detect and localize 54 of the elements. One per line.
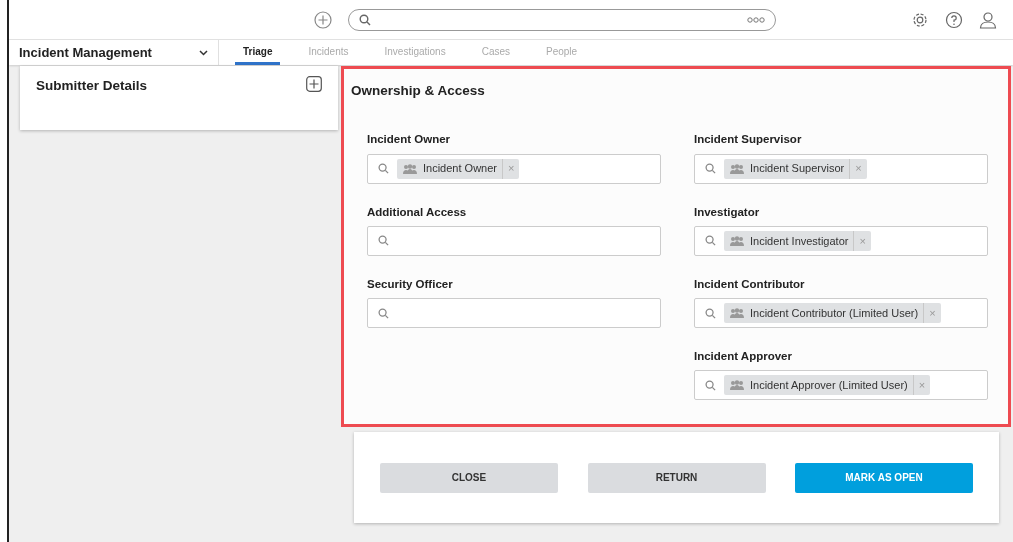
group-icon — [730, 163, 744, 174]
tag-label: Incident Approver (Limited User) — [750, 378, 908, 393]
action-button[interactable]: RETURN — [587, 462, 766, 493]
remove-button[interactable]: × — [502, 158, 520, 179]
tag-label: Incident Investigator — [750, 233, 849, 249]
more-icon[interactable] — [747, 16, 765, 23]
action-button[interactable]: MARK AS OPEN — [795, 462, 973, 493]
field-label: Investigator — [694, 204, 761, 220]
tag-label: Incident Supervisor — [750, 161, 845, 177]
tag-label: Incident Contributor (Limited User) — [750, 305, 919, 321]
nav-tab[interactable]: Incidents — [300, 40, 357, 65]
search-icon — [378, 307, 389, 319]
search-field[interactable]: Incident Investigator × — [694, 225, 988, 256]
search-icon — [705, 163, 716, 174]
nav-tab[interactable]: People — [538, 40, 586, 65]
search-icon — [705, 379, 716, 391]
remove-button[interactable]: × — [923, 303, 941, 323]
module-selector[interactable]: Incident Management — [9, 40, 219, 65]
search-icon — [378, 163, 389, 174]
nav-tab[interactable]: Cases — [473, 40, 518, 65]
group-icon — [403, 163, 417, 174]
group-icon — [730, 235, 744, 246]
action-button[interactable]: CLOSE — [380, 462, 558, 493]
panel-title: Ownership & Access — [351, 82, 486, 100]
search-icon — [705, 235, 716, 247]
search-field[interactable]: Incident Owner × — [367, 153, 661, 184]
chevron-icon — [199, 49, 208, 56]
help-icon[interactable] — [945, 10, 963, 29]
search-field[interactable] — [367, 298, 661, 328]
add-icon[interactable] — [314, 10, 332, 29]
remove-button[interactable]: × — [853, 230, 871, 251]
field-label: Incident Contributor — [694, 276, 806, 292]
field-label: Additional Access — [367, 204, 468, 220]
user-icon[interactable] — [979, 10, 997, 29]
tag-label: Incident Owner — [423, 161, 497, 177]
search-icon — [359, 13, 371, 26]
search-field[interactable]: Incident Contributor (Limited User) × — [694, 298, 988, 328]
field-label: Incident Supervisor — [694, 132, 803, 148]
field-label: Incident Owner — [367, 132, 452, 148]
add-icon[interactable] — [306, 76, 322, 92]
search-icon — [705, 307, 716, 319]
group-icon — [730, 308, 744, 318]
search-field[interactable] — [367, 225, 661, 256]
group-icon — [730, 380, 744, 391]
search-icon — [378, 235, 389, 247]
module-name: Incident Management — [19, 43, 152, 62]
remove-button[interactable]: × — [849, 158, 867, 179]
remove-button[interactable]: × — [912, 375, 931, 396]
search-field[interactable]: Incident Approver (Limited User) × — [694, 370, 988, 401]
field-label: Security Officer — [367, 276, 454, 292]
search-field[interactable]: Incident Supervisor × — [694, 153, 988, 184]
nav-tab[interactable]: Investigations — [376, 40, 454, 65]
field-label: Incident Approver — [694, 349, 793, 364]
panel-title: Submitter Details — [36, 77, 148, 95]
